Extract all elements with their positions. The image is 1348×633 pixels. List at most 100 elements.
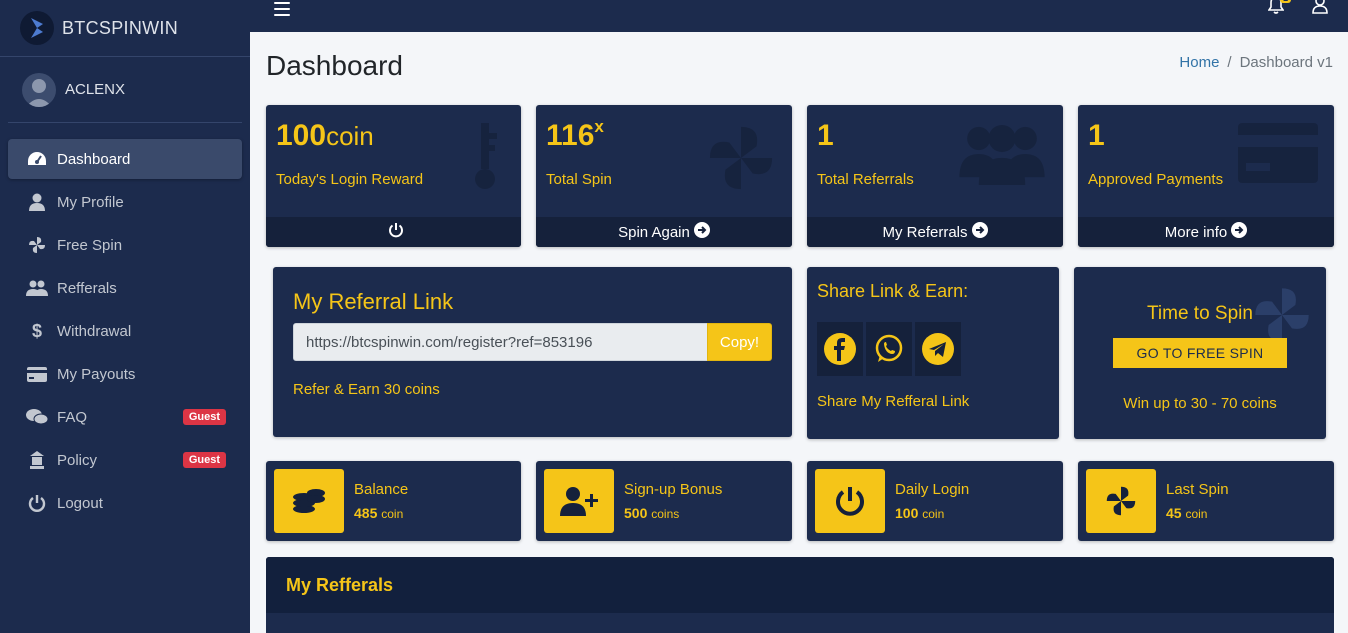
signup-bonus-info-box: Sign-up Bonus 500 coins xyxy=(536,461,792,541)
sidebar-nav: Dashboard My Profile Free Spin Refferals xyxy=(0,139,250,523)
total-spin-box: 116x Total Spin Spin Again xyxy=(536,105,792,247)
referrals-table-title: My Refferals xyxy=(286,574,394,595)
login-reward-value: 100coin xyxy=(276,119,374,152)
sidebar-item-faq[interactable]: FAQ Guest xyxy=(8,397,242,437)
topbar: 1 xyxy=(250,0,1348,32)
power-icon xyxy=(388,222,404,242)
sidebar-item-my-profile[interactable]: My Profile xyxy=(8,182,242,222)
breadcrumb-home[interactable]: Home xyxy=(1179,54,1219,71)
sidebar-item-label: Withdrawal xyxy=(57,322,132,340)
refer-earn-text: Refer & Earn 30 coins xyxy=(293,381,440,398)
login-reward-label: Today's Login Reward xyxy=(276,171,424,188)
facebook-icon[interactable] xyxy=(817,322,863,376)
approved-payments-box: 1 Approved Payments More info xyxy=(1078,105,1334,247)
avatar xyxy=(22,72,56,107)
sidebar-item-my-payouts[interactable]: My Payouts xyxy=(8,354,242,394)
sidebar-item-refferals[interactable]: Refferals xyxy=(8,268,242,308)
sidebar-item-label: Dashboard xyxy=(57,150,131,168)
breadcrumb: Home / Dashboard v1 xyxy=(1179,54,1333,71)
login-reward-footer[interactable] xyxy=(266,217,521,247)
go-to-free-spin-button[interactable]: GO TO FREE SPIN xyxy=(1113,338,1287,368)
total-spin-value: 116x xyxy=(546,117,604,152)
sidebar-item-policy[interactable]: Policy Guest xyxy=(8,440,242,480)
spin-title: Time to Spin xyxy=(1147,303,1253,324)
my-referrals-link[interactable]: My Referrals xyxy=(807,217,1063,247)
login-reward-box: 100coin Today's Login Reward xyxy=(266,105,521,247)
share-card: Share Link & Earn: Share My Refferal Lin… xyxy=(807,267,1059,439)
total-referrals-box: 1 Total Referrals My Referrals xyxy=(807,105,1063,247)
user-plus-icon xyxy=(544,469,614,533)
users-icon xyxy=(957,123,1047,190)
power-icon xyxy=(815,469,885,533)
referrals-table-header: My Refferals xyxy=(266,557,1334,613)
user-icon xyxy=(26,191,48,213)
page-title: Dashboard xyxy=(266,50,403,81)
credit-card-icon xyxy=(1238,123,1318,188)
user-panel[interactable]: ACLENX xyxy=(8,57,242,123)
sidebar-item-label: Logout xyxy=(57,494,103,512)
app: BTCSPINWIN ACLENX Dashboard My Profile F… xyxy=(0,0,1348,633)
spin-subtitle: Win up to 30 - 70 coins xyxy=(1123,395,1277,412)
referrals-table-card: My Refferals xyxy=(266,557,1334,633)
sidebar-item-label: My Profile xyxy=(57,193,124,211)
spin-again-link[interactable]: Spin Again xyxy=(536,217,792,247)
breadcrumb-separator: / xyxy=(1227,54,1232,71)
key-icon xyxy=(465,123,505,196)
share-referral-link[interactable]: Share My Refferal Link xyxy=(817,393,969,410)
last-spin-label: Last Spin xyxy=(1166,481,1229,498)
balance-label: Balance xyxy=(354,481,409,498)
sidebar-item-label: FAQ xyxy=(57,408,88,426)
referral-link-input[interactable] xyxy=(293,323,708,361)
telegram-icon[interactable] xyxy=(915,322,961,376)
fan-icon xyxy=(706,123,776,198)
brand-name: BTCSPINWIN xyxy=(62,17,179,38)
last-spin-value: 45 coin xyxy=(1166,505,1208,521)
approved-payments-value: 1 xyxy=(1088,119,1105,152)
topbar-actions: 1 xyxy=(1267,0,1328,19)
more-info-link[interactable]: More info xyxy=(1078,217,1334,247)
sidebar: BTCSPINWIN ACLENX Dashboard My Profile F… xyxy=(0,0,250,633)
dollar-icon: $ xyxy=(31,320,42,341)
coins-icon xyxy=(274,469,344,533)
brand-logo-icon xyxy=(20,11,54,45)
referral-link-card: My Referral Link Copy! Refer & Earn 30 c… xyxy=(273,267,792,437)
sidebar-item-label: My Payouts xyxy=(57,365,136,383)
time-to-spin-card: Time to Spin GO TO FREE SPIN Win up to 3… xyxy=(1074,267,1326,439)
guest-badge: Guest xyxy=(182,452,226,468)
sidebar-item-label: Free Spin xyxy=(57,236,123,254)
balance-value: 485 coin xyxy=(354,505,404,521)
main-content: Dashboard Home / Dashboard v1 100coin To… xyxy=(250,32,1348,633)
tachometer-icon xyxy=(26,148,48,170)
sidebar-item-label: Policy xyxy=(57,451,98,469)
copy-button[interactable]: Copy! xyxy=(707,323,772,361)
gavel-icon xyxy=(26,449,48,471)
sidebar-item-dashboard[interactable]: Dashboard xyxy=(8,139,242,179)
fan-icon xyxy=(26,234,48,256)
sidebar-item-logout[interactable]: Logout xyxy=(8,483,242,523)
share-icons xyxy=(817,322,961,376)
last-spin-info-box: Last Spin 45 coin xyxy=(1078,461,1334,541)
daily-login-info-box: Daily Login 100 coin xyxy=(807,461,1063,541)
sidebar-item-free-spin[interactable]: Free Spin xyxy=(8,225,242,265)
arrow-circle-right-icon xyxy=(1231,222,1248,242)
balance-info-box: Balance 485 coin xyxy=(266,461,521,541)
daily-login-value: 100 coin xyxy=(895,505,945,521)
brand-link[interactable]: BTCSPINWIN xyxy=(0,0,250,57)
bell-icon[interactable]: 1 xyxy=(1267,0,1292,14)
sidebar-item-withdrawal[interactable]: $ Withdrawal xyxy=(8,311,242,351)
approved-payments-label: Approved Payments xyxy=(1088,171,1224,188)
user-menu-icon[interactable] xyxy=(1312,0,1328,19)
referral-link-title: My Referral Link xyxy=(293,289,454,314)
breadcrumb-current: Dashboard v1 xyxy=(1239,54,1333,71)
notification-badge: 1 xyxy=(1280,0,1292,3)
whatsapp-icon[interactable] xyxy=(866,322,912,376)
signup-bonus-label: Sign-up Bonus xyxy=(624,481,723,498)
menu-toggle-icon[interactable] xyxy=(274,2,290,16)
arrow-circle-right-icon xyxy=(693,222,710,242)
daily-login-label: Daily Login xyxy=(895,481,970,498)
power-icon xyxy=(26,492,48,514)
total-spin-label: Total Spin xyxy=(546,171,612,188)
sidebar-item-label: Refferals xyxy=(57,279,117,297)
arrow-circle-right-icon xyxy=(971,222,988,242)
total-referrals-label: Total Referrals xyxy=(817,171,914,188)
